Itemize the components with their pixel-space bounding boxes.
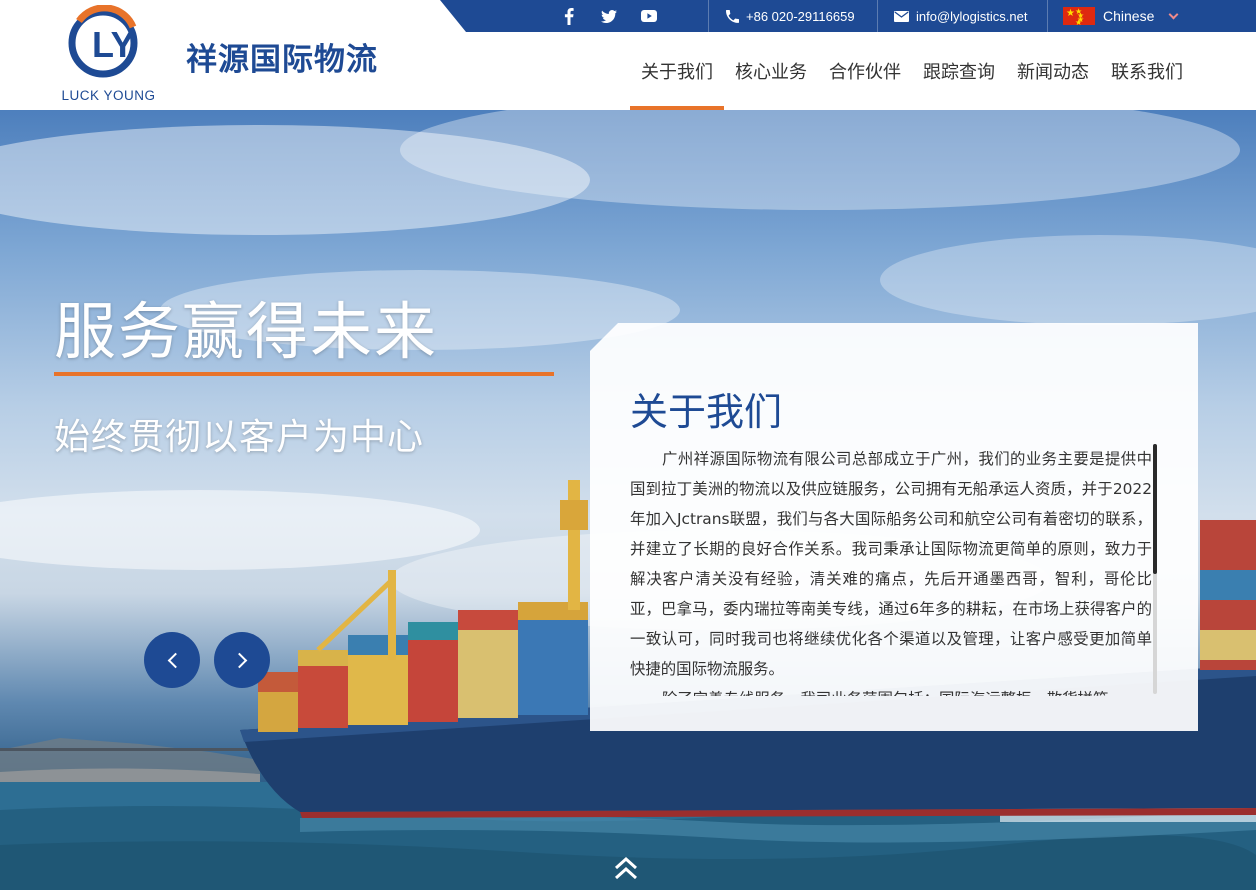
hero-subline: 始终贯彻以客户为中心: [54, 417, 425, 458]
social-links: [560, 0, 658, 32]
mail-icon: [894, 10, 909, 22]
chevron-left-icon: [167, 652, 183, 668]
phone-number: +86 020-29116659: [746, 8, 855, 24]
logo-text: LUCK YOUNG: [61, 88, 156, 103]
about-paragraph: 广州祥源国际物流有限公司总部成立于广州，我们的业务主要是提供中国到拉丁美洲的物流…: [630, 450, 1152, 678]
language-label: Chinese: [1103, 8, 1155, 24]
facebook-icon[interactable]: [560, 7, 578, 25]
scrollbar-thumb[interactable]: [1153, 444, 1157, 574]
email-contact[interactable]: info@lylogistics.net: [894, 0, 1027, 32]
china-flag-icon: ★ ★ ★ ★ ★: [1063, 7, 1095, 27]
hero-headline: 服务赢得未来: [54, 295, 439, 368]
double-chevron-up-icon[interactable]: [612, 854, 640, 882]
logo-mark-icon: LY: [68, 4, 138, 78]
nav-item-about[interactable]: 关于我们: [630, 32, 724, 110]
nav-item-tracking[interactable]: 跟踪查询: [912, 32, 1006, 110]
chevron-down-icon: [1168, 9, 1179, 19]
logo-mark-text: LY: [92, 24, 135, 65]
prev-slide-button[interactable]: [144, 632, 200, 688]
hero-banner: 服务赢得未来 始终贯彻以客户为中心 关于我们 广州祥源国际物流有限公司总部成立于…: [0, 110, 1256, 890]
phone-contact[interactable]: +86 020-29116659: [726, 0, 855, 32]
main-nav: 关于我们 核心业务 合作伙伴 跟踪查询 新闻动态 联系我们: [630, 32, 1194, 110]
topbar-divider: [708, 0, 709, 32]
topbar-divider: [1047, 0, 1048, 32]
brand-name: 祥源国际物流: [186, 42, 378, 78]
about-paragraph: 除了完善专线服务，我司业务范围包括：国际海运整柜、散货拼箱: [630, 684, 1152, 696]
twitter-icon[interactable]: [600, 7, 618, 25]
nav-item-news[interactable]: 新闻动态: [1006, 32, 1100, 110]
nav-item-contact[interactable]: 联系我们: [1100, 32, 1194, 110]
about-scrollbar[interactable]: [1153, 444, 1157, 694]
top-bar: +86 020-29116659 info@lylogistics.net ★ …: [440, 0, 1256, 32]
email-address: info@lylogistics.net: [916, 8, 1028, 24]
site-header: LY LUCK YOUNG 祥源国际物流 +86 020-29116659 in…: [0, 0, 1256, 110]
chevron-right-icon: [231, 652, 247, 668]
youtube-icon[interactable]: [640, 7, 658, 25]
language-selector[interactable]: ★ ★ ★ ★ ★ Chinese: [1063, 0, 1179, 32]
about-card: 关于我们 广州祥源国际物流有限公司总部成立于广州，我们的业务主要是提供中国到拉丁…: [590, 323, 1198, 731]
nav-item-services[interactable]: 核心业务: [724, 32, 818, 110]
next-slide-button[interactable]: [214, 632, 270, 688]
nav-item-partners[interactable]: 合作伙伴: [818, 32, 912, 110]
about-text[interactable]: 广州祥源国际物流有限公司总部成立于广州，我们的业务主要是提供中国到拉丁美洲的物流…: [630, 444, 1152, 696]
company-logo[interactable]: LY LUCK YOUNG: [57, 4, 160, 103]
topbar-divider: [877, 0, 878, 32]
phone-icon: [726, 9, 739, 23]
headline-underline: [54, 372, 554, 376]
about-title: 关于我们: [630, 390, 783, 434]
